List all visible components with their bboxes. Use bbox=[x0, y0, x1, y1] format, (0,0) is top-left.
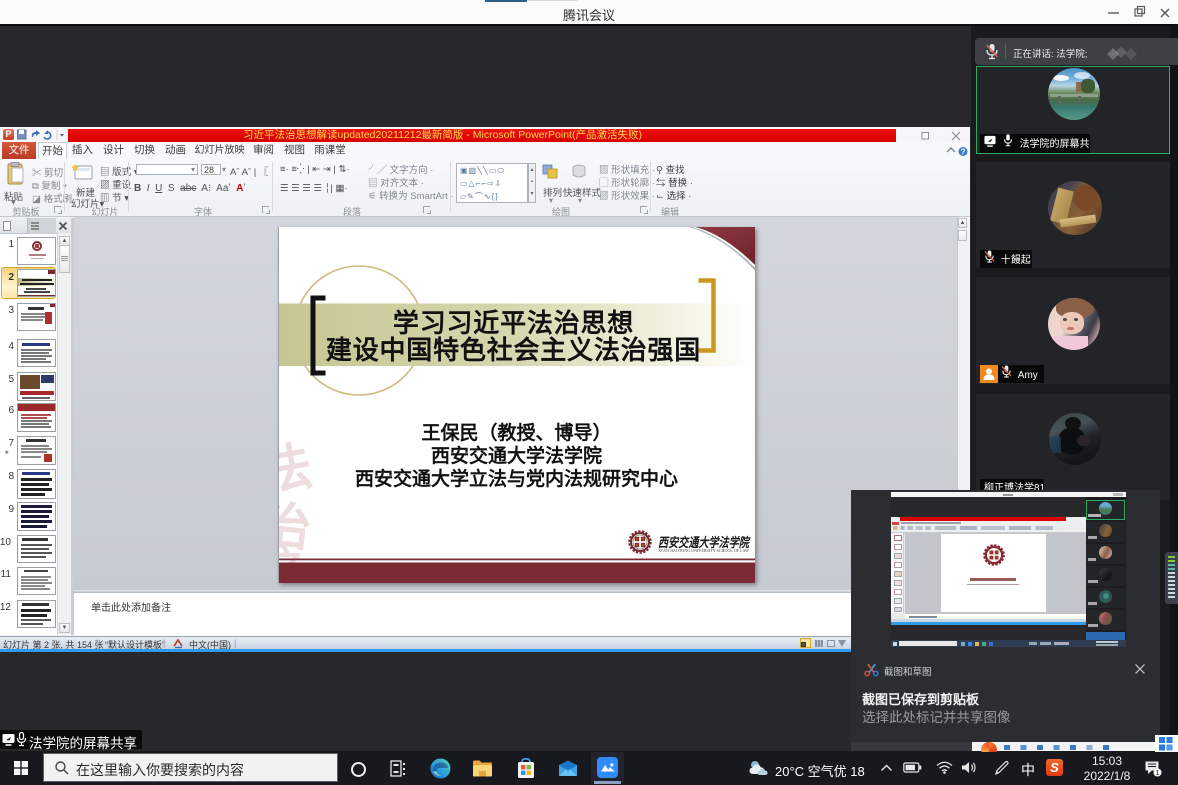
svg-text:1: 1 bbox=[1155, 768, 1159, 777]
svg-text:?: ? bbox=[961, 148, 966, 157]
svg-text:XI'AN JIAOTONG UNIVERSITY SCHO: XI'AN JIAOTONG UNIVERSITY SCHOOL OF LAW bbox=[658, 549, 749, 553]
svg-text:西安交通大学法学院: 西安交通大学法学院 bbox=[658, 535, 751, 550]
